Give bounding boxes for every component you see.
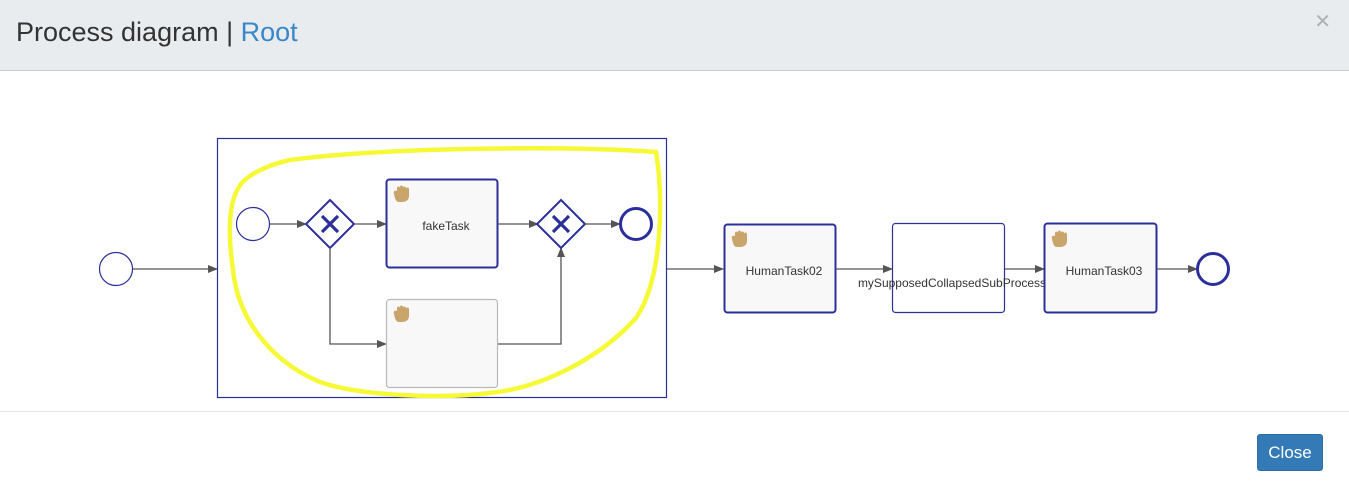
start-event[interactable]	[98, 251, 134, 287]
end-event[interactable]	[1196, 252, 1230, 286]
modal-title-text: Process diagram	[16, 17, 219, 47]
collapsed-subprocess[interactable]: mySupposedCollapsedSubProcess	[858, 222, 1046, 314]
fake-task[interactable]: fakeTask	[385, 178, 499, 269]
unnamed-task[interactable]	[385, 298, 499, 389]
task-label: fakeTask	[422, 219, 470, 233]
root-link[interactable]: Root	[241, 17, 298, 47]
human-task-03[interactable]: HumanTask03	[1043, 222, 1158, 314]
title-separator: |	[226, 17, 234, 47]
task-label: HumanTask02	[746, 264, 823, 278]
modal-header: Process diagram | Root ✕	[0, 0, 1349, 71]
bpmn-diagram: fakeTask HumanTask02 mySupposedCollapsed…	[98, 137, 1230, 399]
subprocess-label: mySupposedCollapsedSubProcess	[858, 276, 1046, 290]
modal-title: Process diagram | Root	[16, 17, 298, 48]
human-task-02[interactable]: HumanTask02	[723, 223, 837, 314]
task-label: HumanTask03	[1066, 264, 1143, 278]
close-icon[interactable]: ✕	[1314, 12, 1331, 32]
inner-start-event[interactable]	[235, 206, 271, 242]
modal-footer: Close	[0, 411, 1349, 484]
close-button[interactable]: Close	[1257, 434, 1323, 471]
inner-end-event[interactable]	[619, 207, 653, 241]
process-diagram-modal: Process diagram | Root ✕ fakeTask HumanT…	[0, 0, 1349, 484]
diagram-area: fakeTask HumanTask02 mySupposedCollapsed…	[0, 72, 1349, 411]
